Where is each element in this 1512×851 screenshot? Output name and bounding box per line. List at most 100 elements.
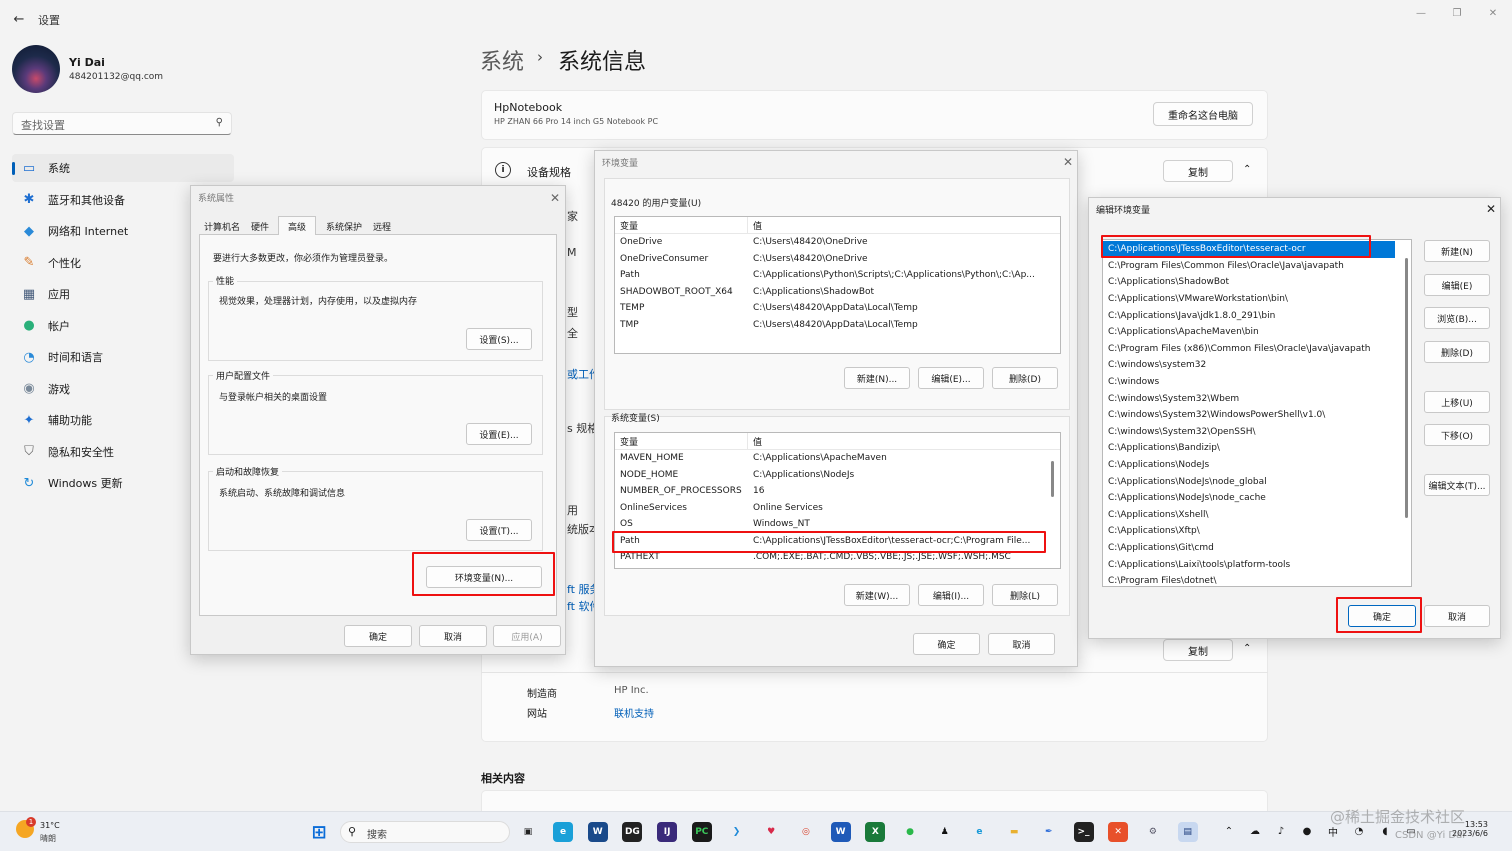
datagrip-icon[interactable]: DG [622,822,643,842]
chevron-up-icon[interactable]: ⌃ [1243,643,1251,654]
list-item[interactable]: C:\Applications\NodeJs\node_cache [1103,490,1411,507]
word-icon[interactable]: W [830,822,851,842]
close-window-icon[interactable]: ✕ [1478,4,1508,22]
xmind-icon[interactable]: ✕ [1108,822,1129,842]
performance-settings-button[interactable]: 设置(S)... [466,328,532,350]
table-row[interactable]: OneDriveConsumer C:\Users\48420\OneDrive [615,251,1060,268]
list-item[interactable]: C:\Applications\Bandizip\ [1103,440,1411,457]
path-edit-button[interactable]: 编辑(E) [1424,274,1490,296]
pycharm-icon[interactable]: PC [691,822,712,842]
list-item[interactable]: C:\windows\System32\OpenSSH\ [1103,424,1411,441]
qq-icon[interactable]: ♟ [934,822,955,842]
user-var-delete-button[interactable]: 删除(D) [992,367,1058,389]
list-item[interactable]: C:\windows [1103,374,1411,391]
table-row[interactable]: MAVEN_HOME C:\Applications\ApacheMaven [615,450,1060,467]
browser-icon[interactable]: e [553,822,573,842]
close-icon[interactable]: ✕ [1484,202,1498,216]
cancel-button[interactable]: 取消 [988,633,1055,655]
list-item[interactable]: C:\Applications\Git\cmd [1103,540,1411,557]
close-icon[interactable]: ✕ [1061,155,1075,169]
path-new-button[interactable]: 新建(N) [1424,240,1490,262]
sidebar-item-0[interactable]: ▭ 系统 [12,154,234,182]
list-item[interactable]: C:\Program Files\Common Files\Oracle\Jav… [1103,258,1411,275]
table-row[interactable]: NUMBER_OF_PROCESSORS 16 [615,483,1060,500]
table-row[interactable]: OnlineServices Online Services [615,500,1060,517]
start-icon[interactable]: ⊞ [309,822,329,843]
typora-icon[interactable]: ♥ [761,822,782,842]
column-header-var[interactable]: 变量 [615,217,748,233]
terminal-icon[interactable]: >_ [1073,822,1094,842]
list-item[interactable]: C:\Applications\Laixi\tools\platform-too… [1103,556,1411,573]
table-row[interactable]: Path C:\Applications\Python\Scripts\;C:\A… [615,267,1060,284]
scrollbar-thumb[interactable] [1051,461,1054,497]
column-header-val[interactable]: 值 [748,433,1060,449]
path-list[interactable]: C:\Applications\JTessBoxEditor\tesseract… [1102,239,1412,587]
vscode-icon[interactable]: ❯ [726,822,747,842]
intellij-icon[interactable]: IJ [657,822,678,842]
tab-remote[interactable]: 远程 [369,218,395,234]
rename-pc-button[interactable]: 重命名这台电脑 [1153,102,1253,126]
list-item[interactable]: C:\Applications\VMwareWorkstation\bin\ [1103,291,1411,308]
minimize-icon[interactable]: — [1406,4,1436,22]
sysprop-icon[interactable]: ▤ [1177,822,1198,842]
path-browse-button[interactable]: 浏览(B)... [1424,307,1490,329]
show-hidden-icons[interactable]: ⌃ [1222,824,1236,838]
ok-button[interactable]: 确定 [344,625,412,647]
startup-settings-button[interactable]: 设置(T)... [466,519,532,541]
back-arrow-icon[interactable]: ← [10,10,28,28]
support-link[interactable]: 联机支持 [614,705,654,720]
copy-spec-button[interactable]: 复制 [1163,160,1233,182]
cancel-button[interactable]: 取消 [1424,605,1490,627]
close-icon[interactable]: ✕ [548,191,562,205]
table-row[interactable]: SHADOWBOT_ROOT_X64 C:\Applications\Shadow… [615,284,1060,301]
app-tray-icon[interactable]: ● [1300,824,1314,838]
chrome-icon[interactable]: ◎ [795,822,816,842]
list-item[interactable]: C:\Applications\NodeJs\node_global [1103,473,1411,490]
scrollbar-thumb[interactable] [1405,258,1408,518]
tab-system-protection[interactable]: 系统保护 [321,218,367,234]
breadcrumb-parent[interactable]: 系统 [480,44,524,76]
task-view-icon[interactable]: ▣ [518,822,538,842]
path-move-down-button[interactable]: 下移(O) [1424,424,1490,446]
system-var-delete-button[interactable]: 删除(L) [992,584,1058,606]
onedrive-icon[interactable]: ☁ [1248,824,1262,838]
avatar[interactable] [12,45,60,93]
excel-icon[interactable]: X [865,822,886,842]
environment-variables-button[interactable]: 环境变量(N)... [426,566,542,588]
list-item[interactable]: C:\Program Files (x86)\Common Files\Orac… [1103,341,1411,358]
list-item[interactable]: C:\Program Files\dotnet\ [1103,573,1411,586]
list-item[interactable]: C:\Applications\Java\jdk1.8.0_291\bin [1103,307,1411,324]
system-var-new-button[interactable]: 新建(W)... [844,584,910,606]
path-move-up-button[interactable]: 上移(U) [1424,391,1490,413]
volume-icon[interactable]: ♪ [1274,824,1288,838]
user-profile-settings-button[interactable]: 设置(E)... [466,423,532,445]
list-item[interactable]: C:\windows\System32\WindowsPowerShell\v1… [1103,407,1411,424]
list-item[interactable]: C:\Applications\Xftp\ [1103,523,1411,540]
ok-button[interactable]: 确定 [913,633,980,655]
edge-icon[interactable]: e [969,822,990,842]
chevron-up-icon[interactable]: ⌃ [1243,164,1251,175]
folder-icon[interactable]: ▬ [1004,822,1025,842]
list-item[interactable]: C:\windows\system32 [1103,357,1411,374]
path-delete-button[interactable]: 删除(D) [1424,341,1490,363]
list-item[interactable]: C:\windows\System32\Wbem [1103,390,1411,407]
restore-icon[interactable]: ❐ [1442,4,1472,22]
wps-icon[interactable]: W [587,822,608,842]
wechat-icon[interactable]: ● [900,822,920,842]
tab-hardware[interactable]: 硬件 [245,218,275,234]
user-var-new-button[interactable]: 新建(N)... [844,367,910,389]
tab-computer-name[interactable]: 计算机名 [199,218,245,234]
search-input[interactable]: 查找设置 ⚲ [12,112,232,135]
column-header-val[interactable]: 值 [748,217,1060,233]
ok-button[interactable]: 确定 [1348,605,1416,627]
settings-icon[interactable]: ⚙ [1142,822,1163,842]
feather-icon[interactable]: ✒ [1038,822,1059,842]
table-row[interactable]: TMP C:\Users\48420\AppData\Local\Temp [615,317,1060,334]
list-item[interactable]: C:\Applications\NodeJs [1103,457,1411,474]
path-edit-text-button[interactable]: 编辑文本(T)... [1424,474,1490,496]
list-item[interactable]: C:\Applications\Xshell\ [1103,507,1411,524]
table-row[interactable]: OneDrive C:\Users\48420\OneDrive [615,234,1060,251]
table-row[interactable]: TEMP C:\Users\48420\AppData\Local\Temp [615,300,1060,317]
user-vars-list[interactable]: 变量 值 OneDrive C:\Users\48420\OneDrive OneD… [614,216,1061,354]
column-header-var[interactable]: 变量 [615,433,748,449]
